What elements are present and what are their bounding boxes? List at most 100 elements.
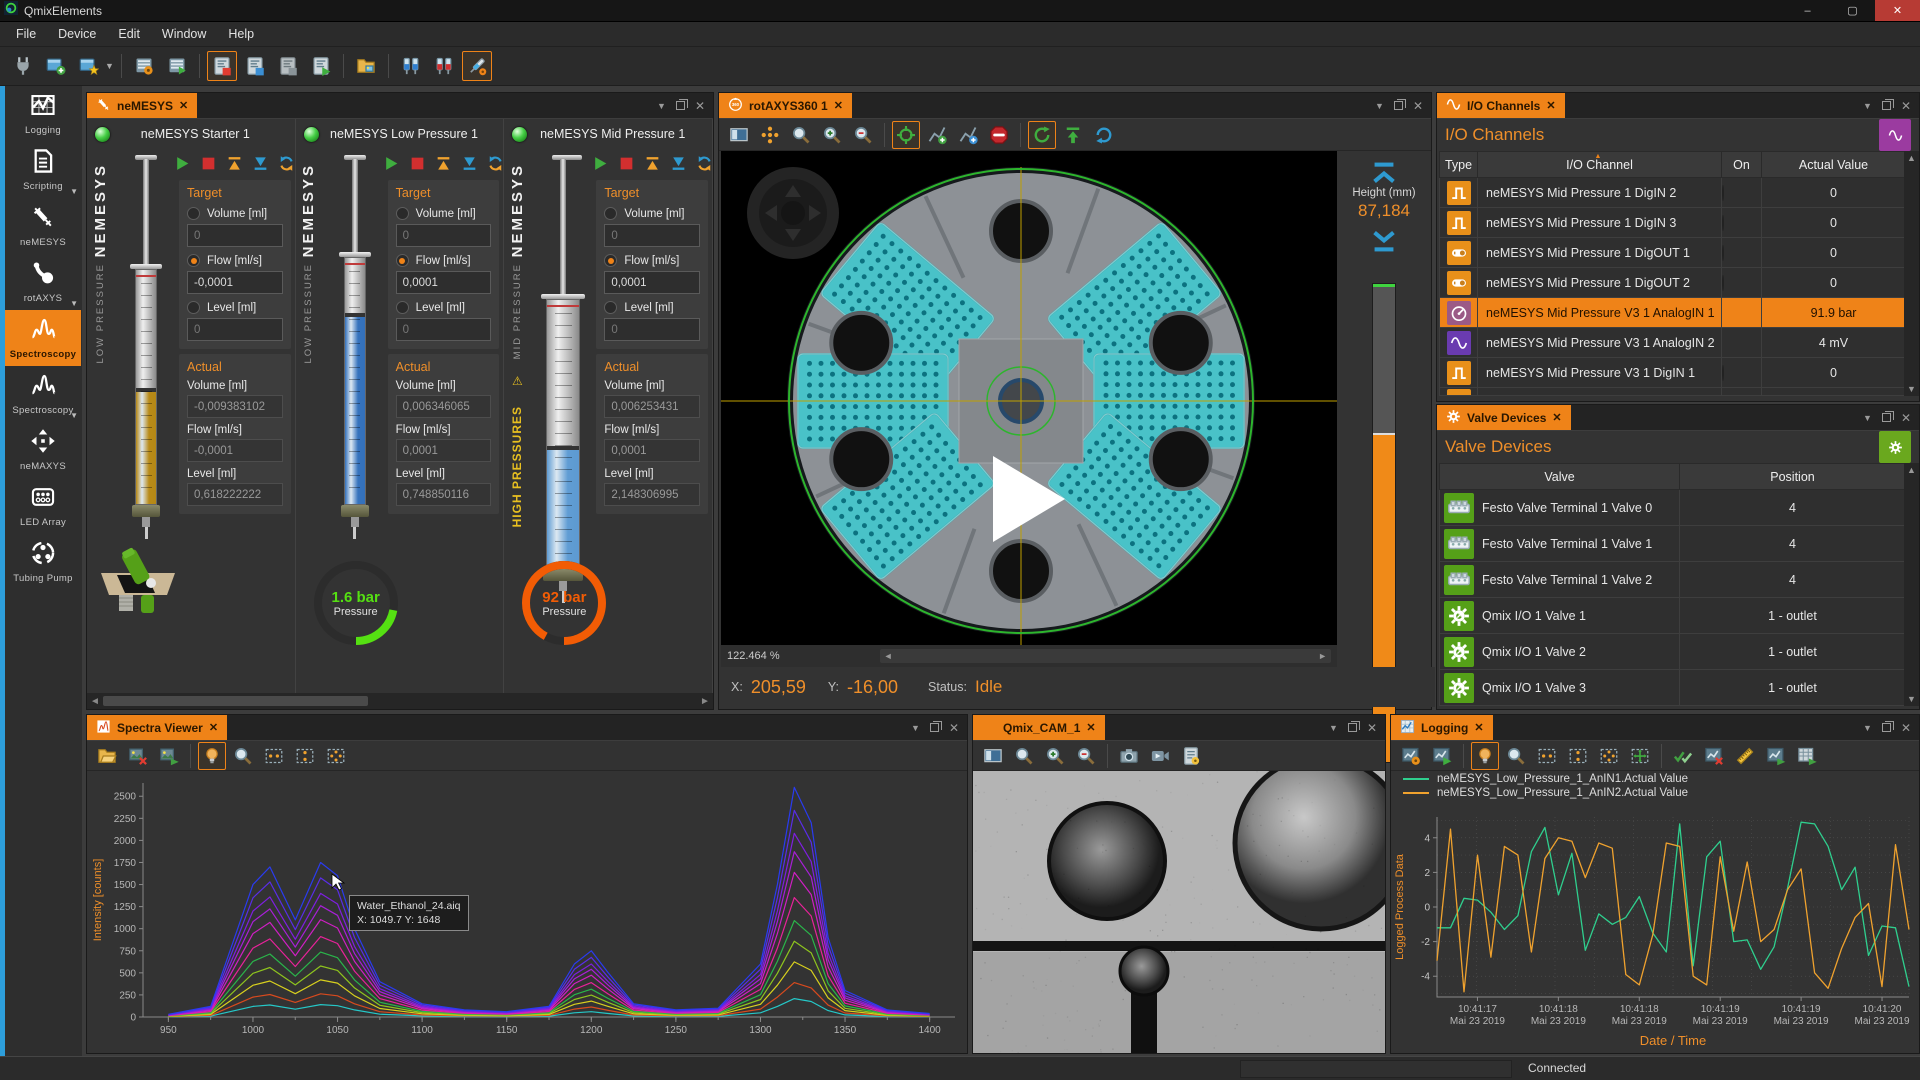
io-col-type[interactable]: Type	[1440, 152, 1478, 178]
path-add-blue-icon[interactable]	[954, 121, 982, 149]
valve-vscrollbar[interactable]: ▲▼	[1904, 463, 1919, 706]
stop-button[interactable]	[408, 153, 427, 173]
fit-all-icon[interactable]	[322, 742, 350, 770]
valve-table-row[interactable]: Qmix I/O 1 Valve 31 - outlet	[1440, 670, 1906, 706]
stop-sign-icon[interactable]	[985, 121, 1013, 149]
tab-close-icon[interactable]: ✕	[1552, 411, 1561, 424]
target-volume-radio[interactable]	[396, 207, 409, 220]
folder-media-icon[interactable]	[351, 51, 381, 81]
chart-export-icon[interactable]	[1762, 742, 1790, 770]
dock-menu-icon[interactable]: ▼	[1329, 723, 1338, 733]
dock-menu-icon[interactable]: ▼	[1863, 723, 1872, 733]
fit-height-icon[interactable]	[1564, 742, 1592, 770]
sidebar-item-logging[interactable]: Logging	[5, 86, 81, 142]
script-stop-icon[interactable]	[207, 51, 237, 81]
close-panel-icon[interactable]: ✕	[695, 99, 705, 113]
logging-chart[interactable]: 420-2-410:41:17Mai 23 201910:41:18Mai 23…	[1391, 811, 1919, 1053]
tab-close-icon[interactable]: ✕	[179, 99, 188, 112]
move-dots-icon[interactable]	[756, 121, 784, 149]
target-level-radio[interactable]	[396, 301, 409, 314]
target-icon[interactable]	[892, 121, 920, 149]
target-level-radio[interactable]	[604, 301, 617, 314]
valve-table-row[interactable]: Qmix I/O 1 Valve 11 - outlet	[1440, 598, 1906, 634]
scroll-thumb[interactable]	[103, 696, 368, 706]
dropdown-arrow-icon[interactable]: ▼	[105, 61, 114, 71]
sidebar-item-spectroscopy[interactable]: Spectroscopy▼	[5, 366, 81, 422]
io-table-row[interactable]: neMESYS Mid Pressure 1 DigOUT 20	[1440, 268, 1906, 298]
tab-valve-devices[interactable]: Valve Devices✕	[1437, 405, 1571, 430]
sidebar-item-led-array[interactable]: LED Array	[5, 478, 81, 534]
tab-spectra-viewer[interactable]: Spectra Viewer✕	[87, 715, 227, 740]
menu-file[interactable]: File	[6, 24, 46, 44]
tab-close-icon[interactable]: ✕	[834, 99, 843, 112]
zoom-icon[interactable]	[229, 742, 257, 770]
chevron-down-icon[interactable]: ▼	[70, 299, 78, 308]
float-icon[interactable]	[1394, 101, 1403, 110]
syringe-config-icon[interactable]	[462, 51, 492, 81]
syringe-pair-red-icon[interactable]	[429, 51, 459, 81]
fill-button[interactable]	[225, 153, 244, 173]
tab-qmix-cam[interactable]: Qmix_CAM_1✕	[973, 715, 1105, 740]
empty-button[interactable]	[460, 153, 479, 173]
refresh-button[interactable]	[486, 153, 505, 173]
zoom-out-icon[interactable]	[849, 121, 877, 149]
move-up-icon[interactable]	[1371, 161, 1397, 183]
ruler-icon[interactable]	[1731, 742, 1759, 770]
target-flow-radio[interactable]	[396, 254, 409, 267]
empty-button[interactable]	[251, 153, 270, 173]
sidebar-item-nemesys[interactable]: neMESYS	[5, 198, 81, 254]
io-table-row[interactable]: neMESYS Mid Pressure V3 1 AnalogIN 191.9…	[1440, 298, 1906, 328]
stop-button[interactable]	[617, 153, 636, 173]
rotate-blue-icon[interactable]	[1090, 121, 1118, 149]
sidebar-item-tubing-pump[interactable]: Tubing Pump	[5, 534, 81, 590]
fit-height-icon[interactable]	[291, 742, 319, 770]
float-icon[interactable]	[1882, 723, 1891, 732]
fit-all2-icon[interactable]	[1626, 742, 1654, 770]
channel-on-led[interactable]	[1722, 245, 1724, 261]
display-icon[interactable]	[725, 121, 753, 149]
dock-menu-icon[interactable]: ▼	[911, 723, 920, 733]
target-flow-input[interactable]	[396, 271, 492, 294]
plug-icon[interactable]	[8, 51, 38, 81]
dock-menu-icon[interactable]: ▼	[1863, 413, 1872, 423]
valve-table-row[interactable]: Festo Valve Terminal 1 Valve 14	[1440, 526, 1906, 562]
zoom-icon[interactable]	[787, 121, 815, 149]
target-level-radio[interactable]	[187, 301, 200, 314]
scroll-right-icon[interactable]: ►	[697, 696, 713, 707]
path-add-green-icon[interactable]	[923, 121, 951, 149]
chart-settings-icon[interactable]	[1397, 742, 1425, 770]
tab-close-icon[interactable]: ✕	[1474, 721, 1483, 734]
tab-logging[interactable]: Logging✕	[1391, 715, 1493, 740]
io-vscrollbar[interactable]: ▲▼	[1904, 151, 1919, 396]
rotaxys-plate-view[interactable]	[721, 151, 1337, 645]
maximize-button[interactable]: ▢	[1830, 0, 1875, 21]
stop-button[interactable]	[199, 153, 218, 173]
empty-button[interactable]	[669, 153, 688, 173]
display-icon[interactable]	[979, 742, 1007, 770]
channel-on-led[interactable]	[1722, 365, 1724, 381]
fit-all-icon[interactable]	[1595, 742, 1623, 770]
fill-button[interactable]	[643, 153, 662, 173]
target-volume-input[interactable]	[604, 224, 700, 247]
lamp-icon[interactable]	[198, 742, 226, 770]
close-panel-icon[interactable]: ✕	[1413, 99, 1423, 113]
doc-config-icon[interactable]	[1177, 742, 1205, 770]
io-col-actual-value[interactable]: Actual Value	[1762, 152, 1906, 178]
menu-help[interactable]: Help	[218, 24, 264, 44]
fill-button[interactable]	[434, 153, 453, 173]
valve-table-row[interactable]: Qmix I/O 1 Valve 21 - outlet	[1440, 634, 1906, 670]
refresh-button[interactable]	[695, 153, 714, 173]
move-down-icon[interactable]	[1371, 231, 1397, 253]
start-button[interactable]	[591, 153, 610, 173]
close-panel-icon[interactable]: ✕	[1901, 411, 1911, 425]
script-gray-icon[interactable]	[273, 51, 303, 81]
minimize-button[interactable]: –	[1785, 0, 1830, 21]
close-panel-icon[interactable]: ✕	[1901, 721, 1911, 735]
refresh-button[interactable]	[277, 153, 296, 173]
io-table-row[interactable]: neMESYS Mid Pressure 1 DigIN 20	[1440, 178, 1906, 208]
image-delete-icon[interactable]	[124, 742, 152, 770]
nemesys-hscrollbar[interactable]: ◄ ►	[87, 693, 713, 709]
channel-on-led[interactable]	[1722, 215, 1724, 231]
target-flow-radio[interactable]	[604, 254, 617, 267]
io-table-row[interactable]: neMESYS Mid Pressure 1 DigOUT 10	[1440, 238, 1906, 268]
